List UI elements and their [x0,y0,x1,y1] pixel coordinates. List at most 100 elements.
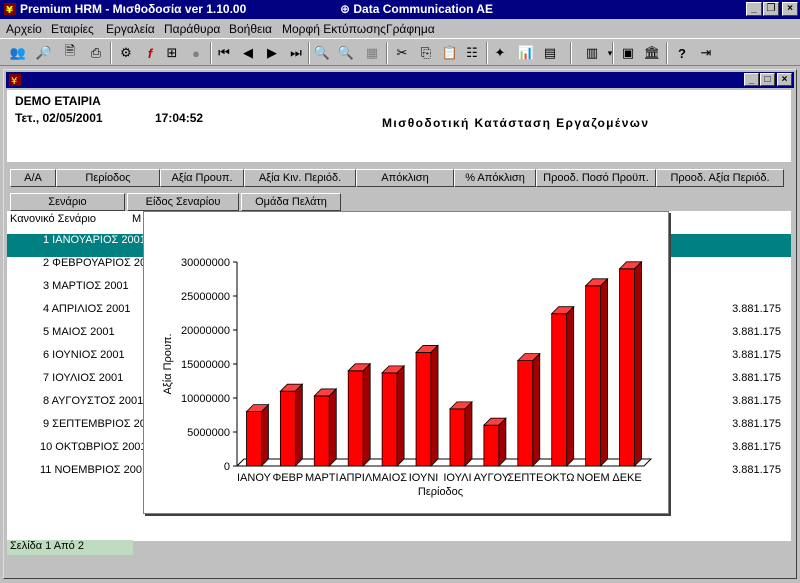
x-tick-label: ΙΟΥΝΙ [409,472,439,484]
group-customer-group-button[interactable]: Ομάδα Πελάτη [241,193,341,211]
toolbar-separator [386,42,388,64]
row-value: 3.881.175 [732,326,781,338]
x-axis-label: Περίοδος [418,486,463,498]
svg-text:¥: ¥ [11,76,17,87]
x-tick-label: ΜΑΡΤΙ [305,472,339,484]
bar [585,285,602,467]
prev-record-icon[interactable]: ◀ [238,43,258,63]
preview-icon[interactable]: 🗎 [60,43,80,63]
x-tick-label: ΟΚΤΩ [544,472,575,484]
x-tick-label: ΦΕΒΡ [272,472,303,484]
menu-companies[interactable]: Εταιρίες [51,22,94,36]
group-scenario-type-button[interactable]: Είδος Σεναρίου [127,193,239,211]
last-record-icon[interactable]: ⏭ [286,43,306,63]
cut-icon[interactable]: ✂ [392,43,412,63]
columns-icon[interactable]: ▥ [582,43,602,63]
menu-help[interactable]: Βοήθεια [229,22,272,36]
app-icon[interactable]: ¥ [3,2,17,16]
insert-row-icon[interactable]: ☷ [462,43,482,63]
bar-chart: 0 5000000 10000000 15000000 20000000 25000000… [162,257,653,498]
y-tick-label: 30000000 [181,257,230,269]
bar-side [532,352,541,467]
child-maximize-button[interactable]: □ [760,73,775,86]
toolbar-separator [612,42,614,64]
first-record-icon[interactable]: ⏮ [214,43,234,63]
x-tick-label: ΑΥΓΟΥ [474,472,510,484]
bar-side [464,400,473,467]
y-tick-label: 10000000 [181,393,230,405]
dropdown-arrow-icon[interactable]: ▾ [600,43,620,63]
next-record-icon[interactable]: ▶ [262,43,282,63]
column-headers: Α/Α Περίοδος Αξία Προυπ. Αξία Κιν. Περιό… [7,165,791,190]
toolbar-separator [210,42,212,64]
tools-icon[interactable]: ⚙ [116,43,136,63]
bar [313,395,330,467]
svg-text:¥: ¥ [6,5,13,16]
x-tick-label: ΣΕΠΤΕ [507,472,543,484]
building-icon[interactable]: 🏛 [642,43,662,63]
bar-side [430,344,439,467]
column-progressive-budget[interactable]: Προοδ. Ποσό Προϋπ. [536,169,656,187]
printer-setup-icon[interactable]: ▦ [362,43,382,63]
zoom-out-icon[interactable]: 🔍 [336,43,356,63]
y-tick-label: 5000000 [187,427,230,439]
row-value: 3.881.175 [732,395,781,407]
column-period-value[interactable]: Αξία Κιν. Περιόδ. [244,169,356,187]
menu-bar: Αρχείο Εταιρίες Εργαλεία Παράθυρα Βοήθει… [0,19,800,38]
menu-chart[interactable]: Γράφημα [386,22,435,36]
column-progressive-period-value[interactable]: Προοδ. Αξία Περιόδ. [656,169,784,187]
bar-side [294,383,303,467]
function-icon[interactable]: f [140,43,160,63]
column-aa[interactable]: Α/Α [10,169,56,187]
menu-print-format[interactable]: Μορφή Εκτύπωσης [282,22,386,36]
column-deviation[interactable]: Απόκλιση [356,169,454,187]
grid-subheader: Κανονικό Σενάριο [10,213,97,225]
calculator-icon[interactable]: ▣ [618,43,638,63]
page-indicator: Σελίδα 1 Από 2 [7,540,133,555]
bar-chart-icon[interactable]: 📊 [516,43,536,63]
column-budget-value[interactable]: Αξία Προυπ. [160,169,244,187]
y-axis-label: Αξία Προυπ. [162,333,174,394]
exit-icon[interactable]: ⇥ [696,43,716,63]
find-icon[interactable]: 🔎 [34,43,54,63]
row-value: 3.881.175 [732,372,781,384]
menu-file[interactable]: Αρχείο [6,22,42,36]
report-window-icon[interactable]: ¥ [8,73,22,87]
print-icon[interactable]: ⎙ [86,43,106,63]
column-period[interactable]: Περίοδος [56,169,160,187]
help-icon[interactable]: ? [672,43,692,63]
company-title-text: Data Communication AE [353,2,493,16]
app-title-bar[interactable]: ¥ Premium HRM - Μισθοδοσία ver 1.10.00 ⊕… [0,0,800,19]
x-tick-label: ΙΟΥΛΙ [443,472,471,484]
row-value: 3.881.175 [732,349,781,361]
zoom-icon[interactable]: 🔍 [312,43,332,63]
properties-icon[interactable]: ▤ [540,43,560,63]
column-deviation-percent[interactable]: % Απόκλιση [454,169,536,187]
report-time: 17:04:52 [155,111,204,125]
child-close-button[interactable]: × [777,73,792,86]
bar-side [396,364,405,467]
report-window-title-bar[interactable]: ¥ _ □ × [6,72,794,88]
row-value: 3.881.175 [732,303,781,315]
toolbar: 👥 🔎 🗎 ⎙ ⚙ f ⊞ ● ⏮ ◀ ▶ ⏭ 🔍 🔍 ▦ ✂ ⎘ 📋 ☷ ✦ … [0,38,800,66]
copy-icon[interactable]: ⎘ [416,43,436,63]
hierarchy-icon[interactable]: ⊞ [162,43,182,63]
paste-icon[interactable]: 📋 [440,43,460,63]
minimize-button[interactable]: _ [746,2,762,16]
bar [619,268,635,467]
group-scenario-button[interactable]: Σενάριο [10,193,125,211]
company-title: ⊕ Data Communication AE [340,2,493,16]
bar [551,313,568,467]
bar-chart-popup[interactable]: 0 5000000 10000000 15000000 20000000 25000000… [143,211,669,514]
y-tick-label: 20000000 [181,325,230,337]
restore-button[interactable]: ❐ [763,2,779,16]
menu-tools[interactable]: Εργαλεία [106,22,155,36]
wizard-icon[interactable]: ✦ [490,43,510,63]
toolbar-separator [308,42,310,64]
stop-icon[interactable]: ● [186,43,206,63]
y-tick-label: 0 [224,461,230,473]
users-icon[interactable]: 👥 [8,43,28,63]
menu-windows[interactable]: Παράθυρα [164,22,220,36]
child-minimize-button[interactable]: _ [744,73,759,86]
close-button[interactable]: × [782,2,798,16]
